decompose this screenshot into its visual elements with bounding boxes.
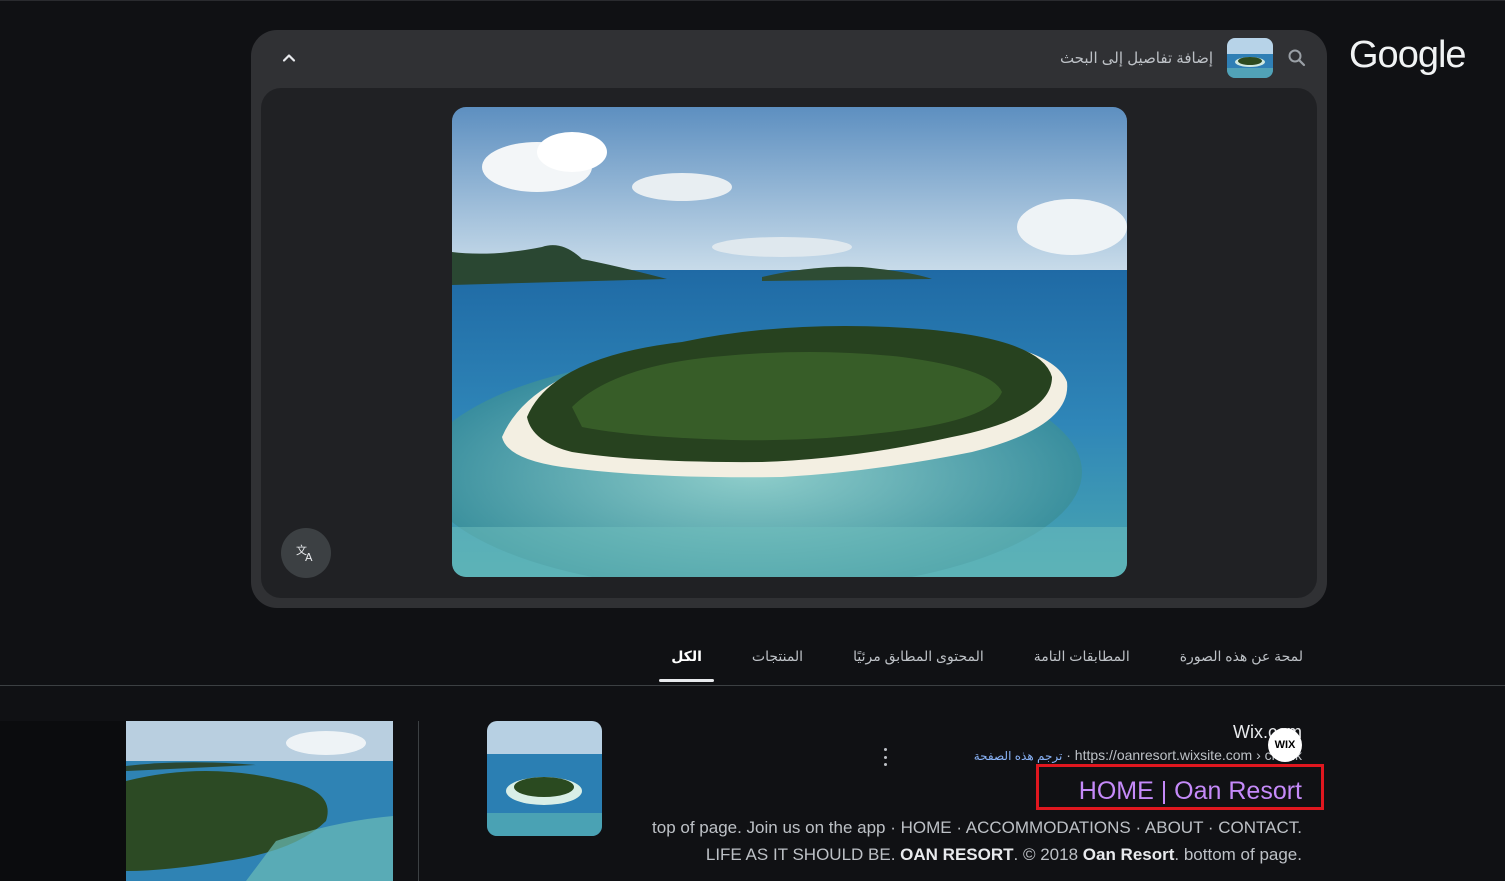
tabs-divider	[0, 685, 1505, 686]
more-options-icon[interactable]	[878, 748, 892, 766]
site-name[interactable]: Wix.com	[974, 722, 1302, 743]
svg-text:A: A	[305, 551, 313, 564]
tab-products[interactable]: المنتجات	[740, 640, 815, 682]
image-viewer: 文 A	[261, 88, 1317, 598]
translate-button[interactable]: 文 A	[281, 528, 331, 578]
lens-panel: إضافة تفاصيل إلى البحث 文 A	[251, 30, 1327, 608]
snippet-line-1: top of page. Join us on the app · HOME ·…	[652, 818, 1302, 837]
search-icon[interactable]	[1287, 48, 1307, 68]
translate-page-link[interactable]: ترجم هذه الصفحة	[974, 749, 1063, 763]
results-tabs: الكل المنتجات المحتوى المطابق مرئيًا الم…	[659, 640, 1315, 682]
result-thumbnail[interactable]	[487, 721, 602, 836]
column-divider	[418, 721, 419, 881]
result-snippet: top of page. Join us on the app · HOME ·…	[652, 814, 1302, 868]
left-result-dark	[0, 721, 126, 881]
tab-visual-matches[interactable]: المحتوى المطابق مرئيًا	[841, 640, 996, 682]
add-details-text[interactable]: إضافة تفاصيل إلى البحث	[1060, 49, 1213, 67]
url-separator: ·	[1066, 747, 1071, 763]
top-border	[0, 0, 1505, 1]
search-details-bar[interactable]: إضافة تفاصيل إلى البحث	[1060, 38, 1307, 78]
tab-all[interactable]: الكل	[659, 640, 714, 682]
chevron-up-icon	[282, 54, 296, 62]
google-logo[interactable]: Google	[1349, 34, 1467, 77]
search-image-island[interactable]	[452, 107, 1127, 577]
result-source: Wix.com https://oanresort.wixsite.com › …	[974, 722, 1302, 763]
related-image-thumbnail[interactable]	[126, 721, 393, 881]
query-image-thumbnail[interactable]	[1227, 38, 1273, 78]
tab-exact-matches[interactable]: المطابقات التامة	[1022, 640, 1142, 682]
collapse-button[interactable]	[273, 42, 305, 74]
wix-favicon: WIX	[1268, 728, 1302, 762]
snippet-line-2: LIFE AS IT SHOULD BE. OAN RESORT. © 2018…	[705, 845, 1302, 864]
translate-icon: 文 A	[296, 543, 313, 564]
result-title-link[interactable]: HOME | Oan Resort	[1079, 777, 1302, 806]
tab-about-image[interactable]: لمحة عن هذه الصورة	[1168, 640, 1315, 682]
lens-header: إضافة تفاصيل إلى البحث	[251, 30, 1327, 86]
result-url-line: https://oanresort.wixsite.com › chuuk · …	[974, 747, 1302, 763]
